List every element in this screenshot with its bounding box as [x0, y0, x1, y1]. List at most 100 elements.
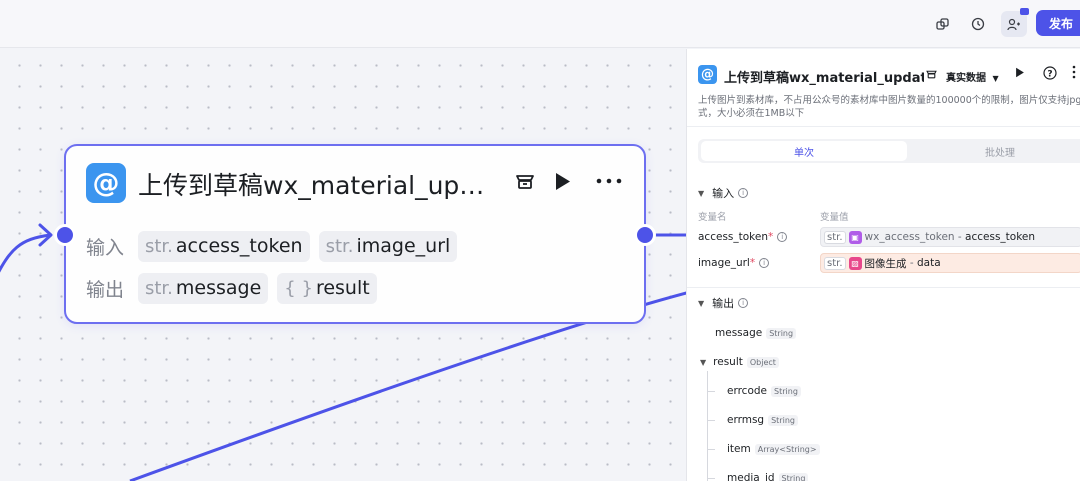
input-param-row: image_url * i [698, 253, 770, 273]
history-icon[interactable] [965, 11, 991, 37]
more-icon[interactable] [1071, 65, 1077, 82]
field-name: errmsg [727, 414, 765, 426]
info-icon[interactable]: i [738, 298, 749, 308]
more-icon-glyph [596, 178, 622, 184]
variable-reference-field[interactable]: str. ▨ 图像生成 - data [820, 253, 1080, 273]
inputs-label: 输入 [86, 236, 125, 259]
output-field-row: errcode String [727, 383, 801, 399]
image-icon: ▨ [848, 256, 862, 270]
output-port[interactable] [634, 224, 656, 246]
help-icon[interactable]: ? [1043, 66, 1057, 83]
test-set-icon-glyph [926, 70, 937, 79]
output-field-row: item Array<String> [727, 441, 820, 457]
variable-reference-field[interactable]: str. ▣ wx_access_token - access_token [820, 227, 1080, 247]
type-badge: String [771, 385, 801, 397]
type-label: { } [284, 277, 313, 299]
column-header-name: 变量名 [698, 212, 727, 223]
chevron-down-icon[interactable]: ▼ [700, 358, 706, 367]
info-icon[interactable]: i [777, 232, 788, 242]
type-tag: str. [824, 256, 846, 270]
notification-badge [1020, 8, 1029, 15]
output-field-row: errmsg String [727, 412, 798, 428]
type-badge: Array<String> [754, 443, 820, 455]
tree-branch [707, 420, 715, 421]
publish-button[interactable]: 发布 [1036, 10, 1080, 36]
field-name: media_id [727, 472, 775, 481]
run-mode-tabs: 单次 批处理 [698, 139, 1080, 163]
input-section-header[interactable]: ▼ 输入 i [698, 185, 749, 201]
plugin-node[interactable]: @ 上传到草稿wx_material_up… 输入 str. access_to… [64, 144, 646, 324]
panel-header: @ 上传到草稿wx_material_updat… 真实数据 ▼ ? 上传图片到… [687, 49, 1080, 127]
run-icon-glyph [1016, 67, 1024, 78]
input-param-row: access_token * i [698, 227, 788, 247]
output-field-row[interactable]: ▼ result Object [700, 354, 779, 370]
type-tag: str. [824, 230, 846, 244]
description-line: 上传图片到素材库，不占用公众号的素材库中图片数量的100000个的限制，图片仅支… [698, 95, 1080, 106]
svg-text:?: ? [1047, 70, 1052, 80]
output-chip: { } result [277, 272, 377, 304]
column-header-value: 变量值 [820, 212, 849, 223]
input-chip: str. image_url [318, 230, 458, 262]
param-name: message [175, 277, 262, 299]
input-port[interactable] [54, 224, 76, 246]
type-badge: String [768, 414, 798, 426]
type-badge: String [766, 327, 797, 339]
tree-branch [707, 478, 715, 479]
cube-icon: ▣ [848, 230, 862, 244]
tree-line [707, 371, 708, 481]
node-inputs-row: 输入 str. access_token str. image_url [86, 230, 466, 262]
param-name: access_token [175, 235, 303, 257]
param-name: image_url [698, 257, 750, 269]
chevron-down-icon: ▼ [992, 74, 999, 83]
output-field-row: media_id String [727, 470, 809, 481]
param-name: access_token [698, 231, 768, 243]
plugin-icon: @ [698, 65, 717, 84]
tree-branch [707, 449, 715, 450]
type-label: str. [145, 277, 173, 299]
run-icon-glyph [556, 173, 570, 190]
chevron-down-icon: ▼ [698, 188, 705, 198]
data-mode-select[interactable]: 真实数据 ▼ [946, 69, 999, 84]
output-field-row: message String [715, 325, 797, 341]
field-name: result [713, 356, 743, 368]
field-name: item [727, 443, 751, 455]
source-node: 图像生成 [864, 257, 907, 270]
type-label: str. [325, 235, 354, 257]
copy-icon[interactable] [929, 11, 955, 37]
separator: - [906, 257, 917, 269]
plugin-description: 上传图片到素材库，不占用公众号的素材库中图片数量的100000个的限制，图片仅支… [698, 94, 1080, 120]
workflow-canvas[interactable]: @ 上传到草稿wx_material_up… 输入 str. access_to… [0, 49, 686, 481]
node-title: 上传到草稿wx_material_up… [138, 171, 485, 200]
test-set-icon[interactable] [926, 69, 937, 82]
type-label: str. [145, 235, 173, 257]
field-name: errcode [727, 385, 768, 397]
more-icon[interactable] [596, 172, 622, 195]
tab-batch[interactable]: 批处理 [910, 141, 1080, 161]
source-field: access_token [965, 231, 1036, 243]
type-badge: Object [746, 356, 779, 368]
separator: - [954, 231, 966, 243]
description-line: 式，大小必须在1MB以下 [698, 108, 805, 119]
section-title: 输出 [712, 297, 735, 310]
node-outputs-row: 输出 str. message { } result [86, 272, 386, 304]
info-icon[interactable]: i [759, 258, 770, 268]
node-config-panel: @ 上传到草稿wx_material_updat… 真实数据 ▼ ? 上传图片到… [686, 49, 1080, 481]
output-section-header[interactable]: ▼ 输出 i [698, 295, 749, 311]
run-icon[interactable] [554, 172, 572, 196]
info-icon[interactable]: i [738, 188, 749, 198]
type-badge: String [778, 472, 809, 481]
input-chip: str. access_token [138, 230, 310, 262]
tab-single[interactable]: 单次 [701, 141, 907, 161]
run-icon[interactable] [1015, 67, 1025, 81]
chevron-down-icon: ▼ [698, 298, 705, 308]
panel-title: 上传到草稿wx_material_updat… [724, 71, 924, 86]
plugin-icon: @ [86, 163, 126, 203]
history-icon-glyph [971, 17, 985, 31]
tree-branch [707, 391, 715, 392]
data-mode-label: 真实数据 [946, 73, 986, 84]
param-name: image_url [356, 235, 451, 257]
test-set-icon-glyph [516, 175, 534, 189]
source-node: wx_access_token [864, 231, 955, 243]
test-set-icon[interactable] [515, 172, 535, 195]
collaborator-icon[interactable] [1001, 8, 1029, 37]
